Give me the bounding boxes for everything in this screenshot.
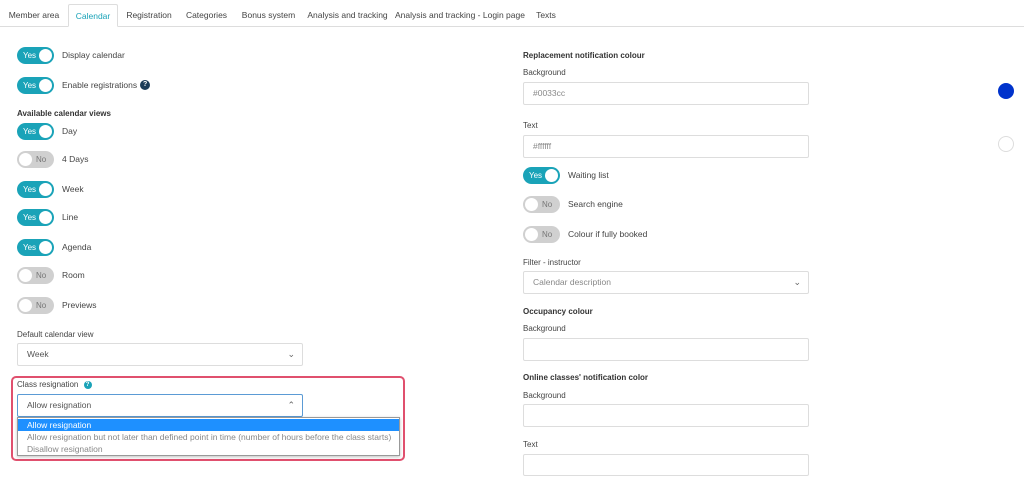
dropdown-option-disallow[interactable]: Disallow resignation [18,443,399,455]
class-resignation-value: Allow resignation [27,400,92,410]
display-calendar-row: Yes Display calendar [17,46,125,64]
tab-calendar[interactable]: Calendar [68,4,118,27]
colour-if-full-toggle[interactable]: No [523,225,560,243]
tab-analysis-tracking[interactable]: Analysis and tracking [304,4,391,27]
view-toggle-previews[interactable]: No [17,296,54,314]
view-row-room: No Room [17,266,85,284]
online-text-input[interactable] [523,454,809,476]
default-view-value: Week [27,349,49,359]
display-calendar-toggle[interactable]: Yes [17,46,54,64]
class-resignation-select[interactable]: Allow resignation ⌃ [17,394,303,417]
tab-texts[interactable]: Texts [528,4,564,27]
tab-categories[interactable]: Categories [181,4,232,27]
chevron-down-icon: ⌄ [287,349,295,359]
view-label-agenda: Agenda [62,242,92,252]
view-toggle-day[interactable]: Yes [17,122,54,140]
replacement-background-input[interactable]: #0033cc [523,82,809,105]
waiting-list-toggle[interactable]: Yes [523,166,560,184]
occupancy-background-label: Background [523,324,566,333]
chevron-down-icon: ⌄ [793,277,801,287]
online-background-input[interactable] [523,404,809,427]
class-resignation-dropdown: Allow resignation Allow resignation but … [17,417,400,456]
colour-if-full-row: No Colour if fully booked [523,225,647,243]
filter-instructor-select[interactable]: Calendar description ⌄ [523,271,809,294]
replacement-text-swatch[interactable] [998,136,1014,152]
default-view-select[interactable]: Week ⌄ [17,343,303,366]
filter-instructor-value: Calendar description [533,277,611,287]
replacement-background-swatch[interactable] [998,83,1014,99]
view-toggle-line[interactable]: Yes [17,208,54,226]
enable-registrations-label: Enable registrations [62,80,138,90]
replacement-text-input[interactable]: #ffffff [523,135,809,158]
tab-bar: Member area Calendar Registration Catego… [0,0,1024,27]
view-label-4-days: 4 Days [62,154,89,164]
occupancy-heading: Occupancy colour [523,307,593,316]
views-heading: Available calendar views [17,109,111,118]
help-icon[interactable]: ? [83,380,92,389]
colour-if-full-label: Colour if fully booked [568,229,648,239]
help-icon[interactable]: ? [140,80,151,90]
default-view-label: Default calendar view [17,330,94,339]
waiting-list-label: Waiting list [568,170,609,180]
view-row-previews: No Previews [17,296,96,314]
search-engine-toggle[interactable]: No [523,195,560,213]
replacement-background-label: Background [523,68,566,77]
chevron-up-icon: ⌃ [287,400,295,410]
replacement-text-label: Text [523,121,538,130]
view-row-4-days: No 4 Days [17,150,88,168]
view-toggle-4-days[interactable]: No [17,150,54,168]
search-engine-row: No Search engine [523,195,623,213]
view-row-day: Yes Day [17,122,77,140]
dropdown-option-allow[interactable]: Allow resignation [18,419,399,431]
online-background-label: Background [523,391,566,400]
search-engine-label: Search engine [568,199,623,209]
dropdown-option-allow-limited[interactable]: Allow resignation but not later than def… [18,431,399,443]
online-text-label: Text [523,440,538,449]
tab-bonus-system[interactable]: Bonus system [237,4,300,27]
tab-member-area[interactable]: Member area [4,4,64,27]
display-calendar-label: Display calendar [62,50,125,60]
view-label-previews: Previews [62,300,97,310]
view-toggle-agenda[interactable]: Yes [17,238,54,256]
enable-registrations-row: Yes Enable registrations ? [17,76,151,94]
filter-instructor-label: Filter - instructor [523,258,581,267]
view-row-week: Yes Week [17,180,84,198]
class-resignation-label: Class resignation [17,380,79,389]
tab-analysis-tracking-login[interactable]: Analysis and tracking - Login page [395,4,525,27]
view-toggle-room[interactable]: No [17,266,54,284]
online-heading: Online classes' notification color [523,373,649,382]
view-row-line: Yes Line [17,208,78,226]
class-resignation-label-row: Class resignation ? [17,380,92,389]
occupancy-background-input[interactable] [523,338,809,361]
enable-registrations-toggle[interactable]: Yes [17,76,54,94]
replacement-heading: Replacement notification colour [523,51,645,60]
view-label-line: Line [62,212,79,222]
view-toggle-week[interactable]: Yes [17,180,54,198]
view-row-agenda: Yes Agenda [17,238,91,256]
waiting-list-row: Yes Waiting list [523,166,609,184]
tab-registration[interactable]: Registration [121,4,177,27]
view-label-day: Day [62,126,78,136]
view-label-week: Week [62,184,84,194]
view-label-room: Room [62,270,85,280]
